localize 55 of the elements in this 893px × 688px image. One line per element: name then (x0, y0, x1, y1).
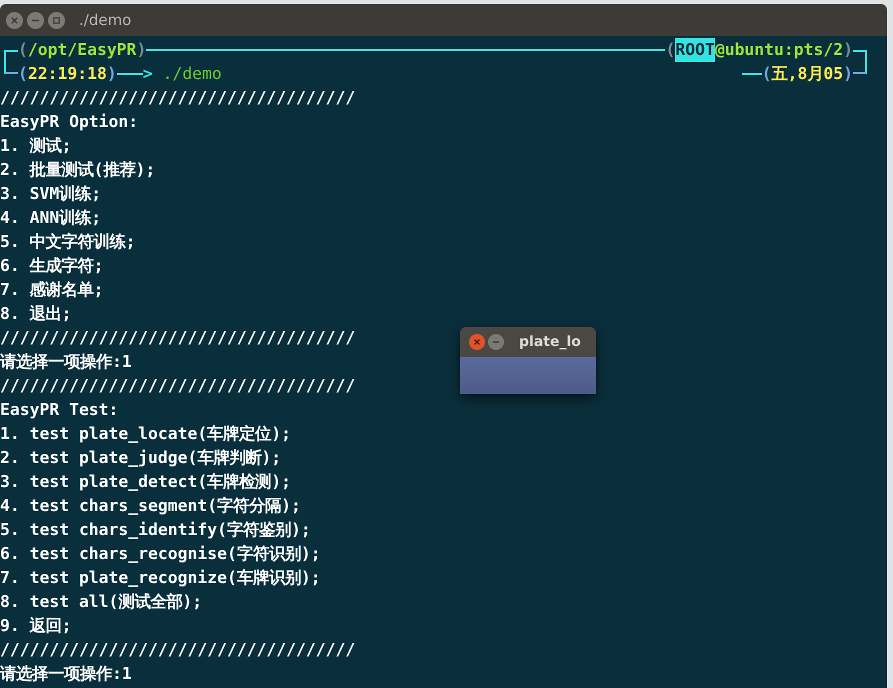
terminal-output-line: 8. 退出; (0, 303, 72, 325)
terminal-output-line: //////////////////////////////////// (0, 375, 356, 397)
prompt-time: 五,8月05 (772, 63, 844, 85)
parenthesis: ) (843, 63, 853, 85)
parenthesis: ( (18, 63, 28, 85)
terminal-output-line: 7. test plate_recognize(车牌识别); (0, 567, 321, 589)
terminal-output-line: EasyPR Test: (0, 399, 118, 421)
close-icon (10, 16, 19, 24)
terminal-output-line: 2. 批量测试(推荐); (0, 159, 156, 181)
parenthesis: ) (136, 39, 146, 61)
terminal-output-line: 请选择一项操作:1 (0, 663, 132, 685)
close-button[interactable] (469, 334, 485, 350)
terminal-output-line: 4. ANN训练; (0, 207, 102, 229)
terminal-output-line: //////////////////////////////////// (0, 87, 356, 109)
terminal-output-line: 3. test plate_detect(车牌检测); (0, 471, 291, 493)
terminal-output-line: 请选择一项操作:1 (0, 351, 132, 373)
terminal-output-line: 9. 返回; (0, 615, 72, 637)
prompt-user: ROOT (675, 38, 715, 62)
prompt-line (853, 62, 867, 74)
terminal-output-line: 2. test plate_judge(车牌判断); (0, 447, 282, 469)
prompt-text: /opt/EasyPR (28, 39, 136, 61)
prompt-line (4, 50, 18, 62)
prompt-line (4, 62, 18, 74)
terminal-output-line: //////////////////////////////////// (0, 327, 356, 349)
arrow-head: > (142, 63, 153, 85)
terminal-output-line: 5. test chars_identify(字符鉴别); (0, 519, 311, 541)
terminal-output-line: 5. 中文字符训练; (0, 231, 136, 253)
terminal-output-line: EasyPR Option: (0, 111, 138, 133)
window-title: ./demo (79, 11, 132, 29)
terminal-output-line: 6. 生成字符; (0, 255, 104, 277)
image-window-title: plate_lo (519, 334, 581, 350)
prompt-line (742, 73, 762, 75)
maximize-button[interactable] (48, 12, 65, 28)
terminal-output-line: 3. SVM训练; (0, 183, 102, 205)
minimize-button[interactable] (488, 334, 504, 350)
terminal-output-line: //////////////////////////////////// (0, 639, 356, 661)
terminal-output-line: 6. test chars_recognise(字符识别); (0, 543, 321, 565)
terminal-output-line: 7. 感谢名单; (0, 279, 104, 301)
close-icon (473, 338, 481, 346)
terminal-output-line: 4. test chars_segment(字符分隔); (0, 495, 301, 517)
parenthesis: ( (762, 63, 772, 85)
minimize-button[interactable] (27, 12, 44, 28)
parenthesis: ( (665, 39, 676, 61)
prompt-text: @ubuntu:pts/2 (714, 39, 844, 61)
parenthesis: ) (106, 63, 117, 85)
parenthesis: ( (18, 39, 28, 61)
command-text: ./demo (162, 63, 222, 85)
terminal-output-line: 1. test plate_locate(车牌定位); (0, 423, 291, 445)
parenthesis: ) (843, 39, 853, 61)
terminal-output-line: 1. 测试; (0, 135, 72, 157)
close-button[interactable] (6, 12, 23, 28)
maximize-icon (52, 16, 61, 24)
terminal-output-line: 8. test all(测试全部); (0, 591, 202, 613)
prompt-line (853, 50, 867, 62)
prompt-time: 22:19:18 (28, 63, 107, 85)
